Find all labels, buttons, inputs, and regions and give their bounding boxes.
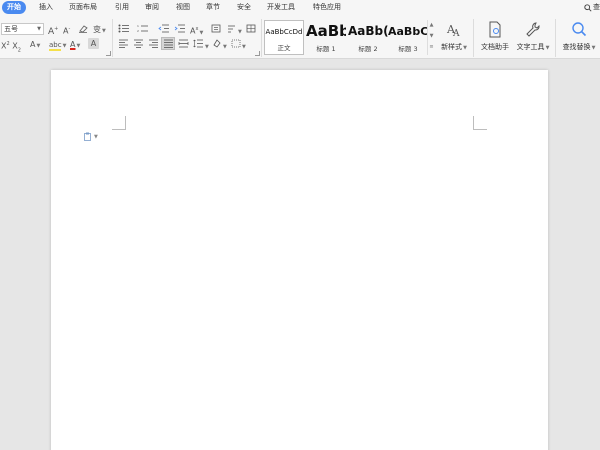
search-command[interactable]: 查 — [584, 1, 600, 14]
style-normal-name: 正文 — [277, 44, 291, 52]
increase-indent-icon[interactable] — [174, 24, 186, 35]
justify-icon[interactable] — [161, 37, 175, 50]
bullet-list-icon[interactable] — [118, 24, 130, 35]
margin-corner-mark — [112, 116, 126, 130]
align-left-icon[interactable] — [118, 39, 129, 50]
style-heading-3-name: 标题 3 — [398, 45, 418, 53]
paste-options-button[interactable]: ▼ — [84, 132, 98, 141]
new-style-label: 新样式 — [441, 43, 463, 51]
show-hide-marks-icon[interactable] — [211, 24, 221, 35]
text-effect-icon[interactable]: A▼ — [30, 39, 40, 50]
document-helper-icon — [489, 21, 501, 38]
style-heading-2-name: 标题 2 — [358, 45, 378, 53]
style-heading-3[interactable]: AaBbC 标题 3 — [388, 20, 428, 55]
tab-home[interactable]: 开始 — [2, 1, 26, 14]
svg-text:2: 2 — [137, 29, 139, 33]
styles-gallery-scroll[interactable]: ▲ ▼ ≡ — [427, 20, 435, 55]
shrink-font-icon[interactable]: A- — [63, 24, 70, 36]
chevron-down-icon: ▼ — [37, 26, 41, 32]
tab-review[interactable]: 审阅 — [145, 1, 159, 14]
style-heading-2-sample: AaBb( — [348, 24, 388, 38]
tab-chapter[interactable]: 章节 — [206, 1, 220, 14]
font-size-select[interactable]: 五号 ▼ — [1, 23, 44, 35]
new-style-icon: A A — [446, 23, 460, 39]
sort-icon[interactable]: ▼ — [227, 24, 242, 35]
margin-corner-mark — [473, 116, 487, 130]
tab-page-layout[interactable]: 页面布局 — [69, 1, 97, 14]
text-tools-button[interactable]: 文字工具▼ — [514, 21, 552, 52]
align-center-icon[interactable] — [133, 39, 144, 50]
document-helper-button[interactable]: 文档助手 — [478, 21, 512, 52]
text-tools-label: 文字工具 — [516, 43, 545, 51]
paragraph-dialog-launcher-icon[interactable] — [255, 51, 260, 56]
distributed-align-icon[interactable] — [178, 39, 189, 50]
document-page[interactable]: ▼ — [51, 70, 548, 450]
divider — [112, 19, 113, 57]
clear-format-icon[interactable] — [78, 24, 88, 35]
style-heading-1-sample: AaBb — [306, 22, 346, 40]
character-shading-icon[interactable]: A — [88, 38, 99, 49]
document-helper-label: 文档助手 — [481, 43, 509, 51]
chevron-down-icon[interactable]: ▼ — [428, 31, 435, 42]
find-replace-button[interactable]: 查找替换▼ — [559, 21, 599, 52]
new-style-button[interactable]: A A 新样式▼ — [439, 21, 469, 52]
phonetic-guide-icon[interactable]: 变▼ — [93, 24, 106, 35]
numbered-list-icon[interactable]: 12 — [137, 24, 149, 35]
style-heading-1-name: 标题 1 — [316, 45, 336, 53]
style-normal-sample: AaBbCcDd — [265, 28, 303, 36]
style-heading-1[interactable]: AaBb 标题 1 — [306, 20, 346, 55]
line-spacing-icon[interactable]: ▼ — [193, 39, 209, 50]
tab-special-apps[interactable]: 特色应用 — [313, 1, 341, 14]
divider — [261, 19, 262, 57]
find-replace-label: 查找替换 — [562, 43, 591, 51]
grow-font-icon[interactable]: A+ — [48, 24, 58, 37]
tab-view[interactable]: 视图 — [176, 1, 190, 14]
chinese-layout-icon[interactable]: Ax▼ — [190, 24, 203, 36]
svg-text:1: 1 — [137, 24, 139, 28]
menu-bar: 开始 插入 页面布局 引用 审阅 视图 章节 安全 开发工具 特色应用 查 — [0, 0, 600, 15]
svg-text:A: A — [452, 29, 460, 39]
search-icon — [584, 3, 592, 12]
font-dialog-launcher-icon[interactable] — [106, 51, 111, 56]
align-right-icon[interactable] — [148, 39, 159, 50]
tab-insert[interactable]: 插入 — [39, 1, 53, 14]
ribbon-toolbar: 五号 ▼ A+ A- 变▼ X2 X2 A▼ abc▼ A▼ A 12 Ax▼ … — [0, 15, 600, 59]
search-icon — [572, 22, 587, 37]
divider — [473, 19, 474, 57]
wrench-icon — [526, 22, 540, 37]
tab-developer-tools[interactable]: 开发工具 — [267, 1, 295, 14]
style-heading-3-sample: AaBbC — [388, 25, 428, 38]
borders-icon[interactable]: ▼ — [231, 39, 246, 50]
divider — [555, 19, 556, 57]
superscript-subscript-icon[interactable]: X2 X2 — [1, 39, 21, 53]
clipboard-icon — [84, 132, 91, 141]
style-heading-2[interactable]: AaBb( 标题 2 — [348, 20, 388, 55]
shading-icon[interactable]: ▼ — [212, 39, 227, 50]
chevron-up-icon[interactable]: ▲ — [428, 20, 435, 31]
style-normal[interactable]: AaBbCcDd 正文 — [264, 20, 304, 55]
chevron-down-icon: ▼ — [94, 133, 98, 140]
styles-gallery: AaBbCcDd 正文 AaBb 标题 1 AaBb( 标题 2 AaBbC 标… — [264, 20, 436, 55]
highlight-icon[interactable]: abc▼ — [49, 39, 66, 51]
search-label: 查 — [593, 3, 600, 11]
table-border-icon[interactable] — [246, 24, 256, 35]
font-color-icon[interactable]: A▼ — [70, 39, 80, 50]
tab-security[interactable]: 安全 — [237, 1, 251, 14]
expand-gallery-icon[interactable]: ≡ — [428, 42, 435, 53]
font-size-value: 五号 — [4, 25, 18, 33]
tab-references[interactable]: 引用 — [115, 1, 129, 14]
decrease-indent-icon[interactable] — [158, 24, 170, 35]
